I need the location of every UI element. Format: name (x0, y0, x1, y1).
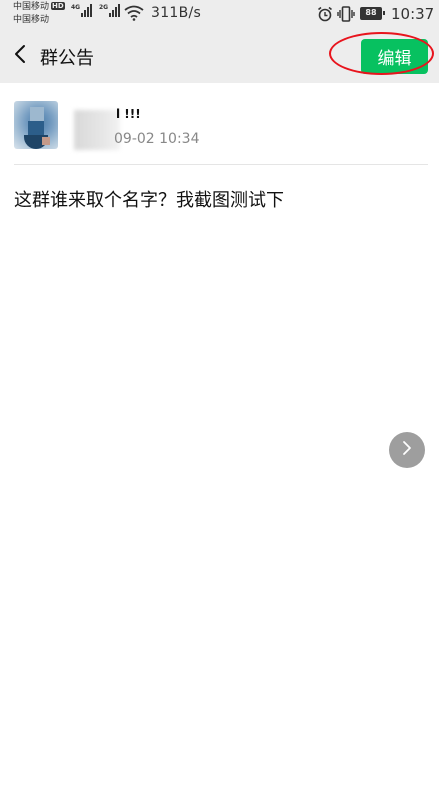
nav-bar: 群公告 编辑 (0, 30, 439, 83)
network-type-4g: 4G (71, 4, 81, 11)
wifi-icon (124, 5, 144, 25)
carrier-1: 中国移动 (13, 2, 50, 12)
back-arrow-icon (13, 44, 27, 68)
status-bar: 中国移动 HD 中国移动 4G 2G 311B/s 88 10:37 (0, 0, 439, 30)
announcement-text: 这群谁来取个名字？我截图测试下 (14, 190, 284, 211)
author-name: l !!! (116, 107, 141, 121)
network-speed: 311B/s (151, 5, 202, 21)
avatar[interactable] (14, 101, 58, 149)
carrier-info: 中国移动 HD 中国移动 (13, 1, 65, 27)
hd-badge: HD (51, 2, 65, 10)
battery-icon: 88 (360, 7, 385, 20)
signal-strength-2-icon: 2G (99, 4, 121, 17)
next-button[interactable] (389, 432, 425, 468)
back-button[interactable] (6, 42, 34, 70)
status-time: 10:37 (391, 5, 435, 23)
alarm-icon (317, 6, 333, 26)
chevron-right-icon (401, 440, 413, 460)
edit-button[interactable]: 编辑 (361, 39, 428, 74)
post-timestamp: 09-02 10:34 (114, 131, 200, 147)
carrier-2: 中国移动 (13, 15, 50, 25)
page-title: 群公告 (40, 48, 94, 69)
divider (14, 164, 428, 165)
signal-strength-icon: 4G (71, 4, 93, 17)
network-type-2g: 2G (99, 4, 109, 11)
vibrate-icon (337, 6, 355, 26)
